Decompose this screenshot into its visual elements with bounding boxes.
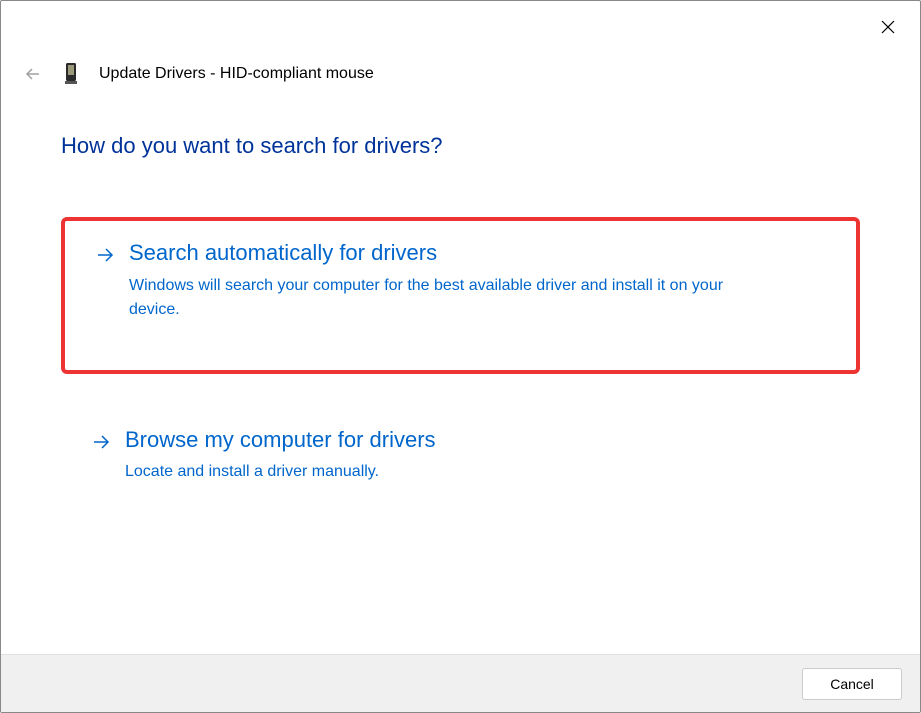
- option-search-automatically[interactable]: Search automatically for drivers Windows…: [61, 217, 860, 374]
- option-title: Search automatically for drivers: [129, 239, 826, 268]
- back-arrow-icon: [25, 66, 41, 82]
- option-browse-computer[interactable]: Browse my computer for drivers Locate an…: [61, 406, 860, 505]
- dialog-content: How do you want to search for drivers? S…: [61, 133, 860, 544]
- arrow-right-icon: [91, 432, 111, 452]
- option-description: Locate and install a driver manually.: [125, 460, 745, 484]
- back-button[interactable]: [23, 64, 43, 84]
- device-icon: [63, 63, 79, 85]
- dialog-header: Update Drivers - HID-compliant mouse: [23, 63, 374, 85]
- dialog-title: Update Drivers - HID-compliant mouse: [99, 65, 374, 83]
- arrow-right-icon: [95, 245, 115, 265]
- close-button[interactable]: [876, 15, 900, 39]
- dialog-footer: Cancel: [1, 654, 920, 712]
- close-icon: [880, 19, 896, 35]
- dialog-heading: How do you want to search for drivers?: [61, 133, 860, 159]
- option-description: Windows will search your computer for th…: [129, 274, 749, 322]
- option-title: Browse my computer for drivers: [125, 426, 830, 455]
- cancel-button[interactable]: Cancel: [802, 668, 902, 700]
